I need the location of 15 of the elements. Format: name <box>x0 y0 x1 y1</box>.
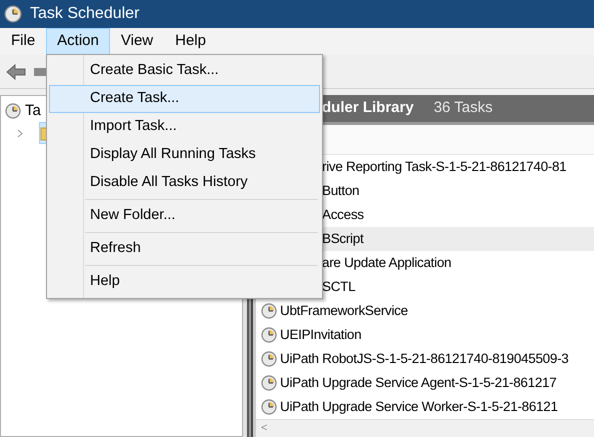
task-name: Access <box>322 206 364 224</box>
task-name: are Update Application <box>322 254 452 272</box>
task-name: SCTL <box>322 278 356 296</box>
task-name: UiPath Upgrade Service Worker-S-1-5-21-86121 <box>280 398 558 416</box>
task-name: Button <box>322 182 360 200</box>
window-title: Task Scheduler <box>30 4 140 24</box>
task-name: UiPath Upgrade Service Agent-S-1-5-21-861217 <box>280 374 556 392</box>
task-name: UiPath RobotJS-S-1-5-21-86121740-819045509-3 <box>280 350 569 368</box>
task-name: UbtFrameworkService <box>280 302 408 320</box>
task-count: 36 Tasks <box>434 98 493 118</box>
tree-label: Ta <box>25 100 41 121</box>
task-name: BScript <box>322 230 364 248</box>
task-name: rive Reporting Task-S-1-5-21-86121740-81 <box>322 158 566 176</box>
panel-title: duler Library <box>322 98 414 118</box>
task-name: UEIPInvitation <box>280 326 362 344</box>
